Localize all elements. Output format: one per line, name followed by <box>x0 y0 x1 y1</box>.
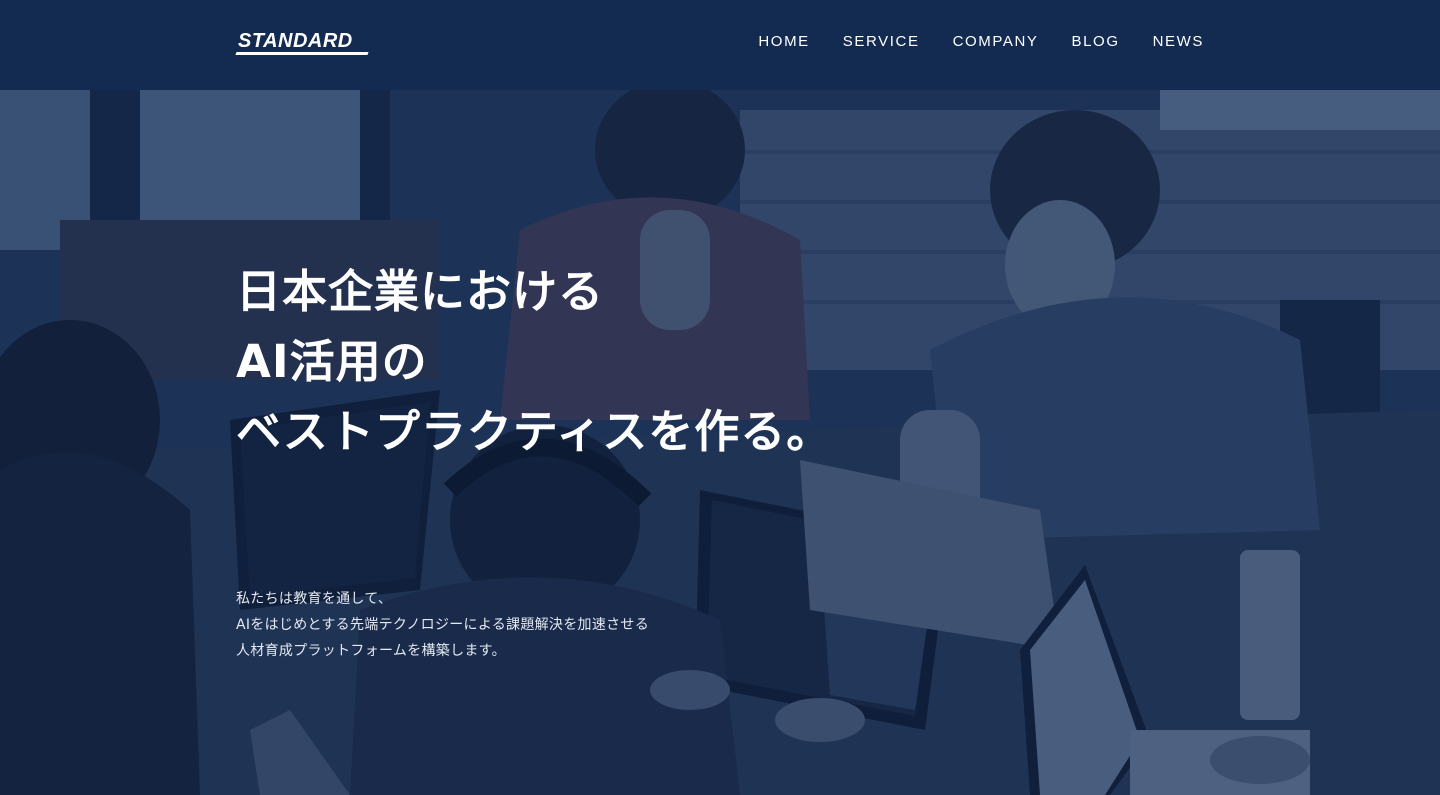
site-header: STANDARD HOME SERVICE COMPANY BLOG NEWS <box>0 0 1440 90</box>
page: STANDARD HOME SERVICE COMPANY BLOG NEWS <box>0 0 1440 795</box>
lead-line-2: AIをはじめとする先端テクノロジーによる課題解決を加速させる <box>236 617 650 633</box>
headline-line-2: AI活用の <box>236 335 428 388</box>
logo-text: STANDARD <box>238 30 353 52</box>
lead-line-3: 人材育成プラットフォームを構築します。 <box>236 643 506 659</box>
hero-lead-text: 私たちは教育を通して、 AIをはじめとする先端テクノロジーによる課題解決を加速さ… <box>236 586 649 664</box>
main-nav: HOME SERVICE COMPANY BLOG NEWS <box>758 33 1204 51</box>
nav-service[interactable]: SERVICE <box>843 33 920 51</box>
nav-blog[interactable]: BLOG <box>1072 33 1120 51</box>
logo-underline <box>235 52 369 55</box>
headline-line-3: ベストプラクティスを作る。 <box>236 405 833 458</box>
hero-headline: 日本企業における AI活用の ベストプラクティスを作る。 <box>236 257 832 467</box>
nav-news[interactable]: NEWS <box>1153 33 1204 51</box>
nav-home[interactable]: HOME <box>758 33 809 51</box>
headline-line-1: 日本企業における <box>236 265 605 318</box>
nav-company[interactable]: COMPANY <box>953 33 1039 51</box>
standard-logo[interactable]: STANDARD <box>235 30 370 60</box>
lead-line-1: 私たちは教育を通して、 <box>236 591 393 607</box>
hero-section: 日本企業における AI活用の ベストプラクティスを作る。 私たちは教育を通して、… <box>0 90 1440 795</box>
